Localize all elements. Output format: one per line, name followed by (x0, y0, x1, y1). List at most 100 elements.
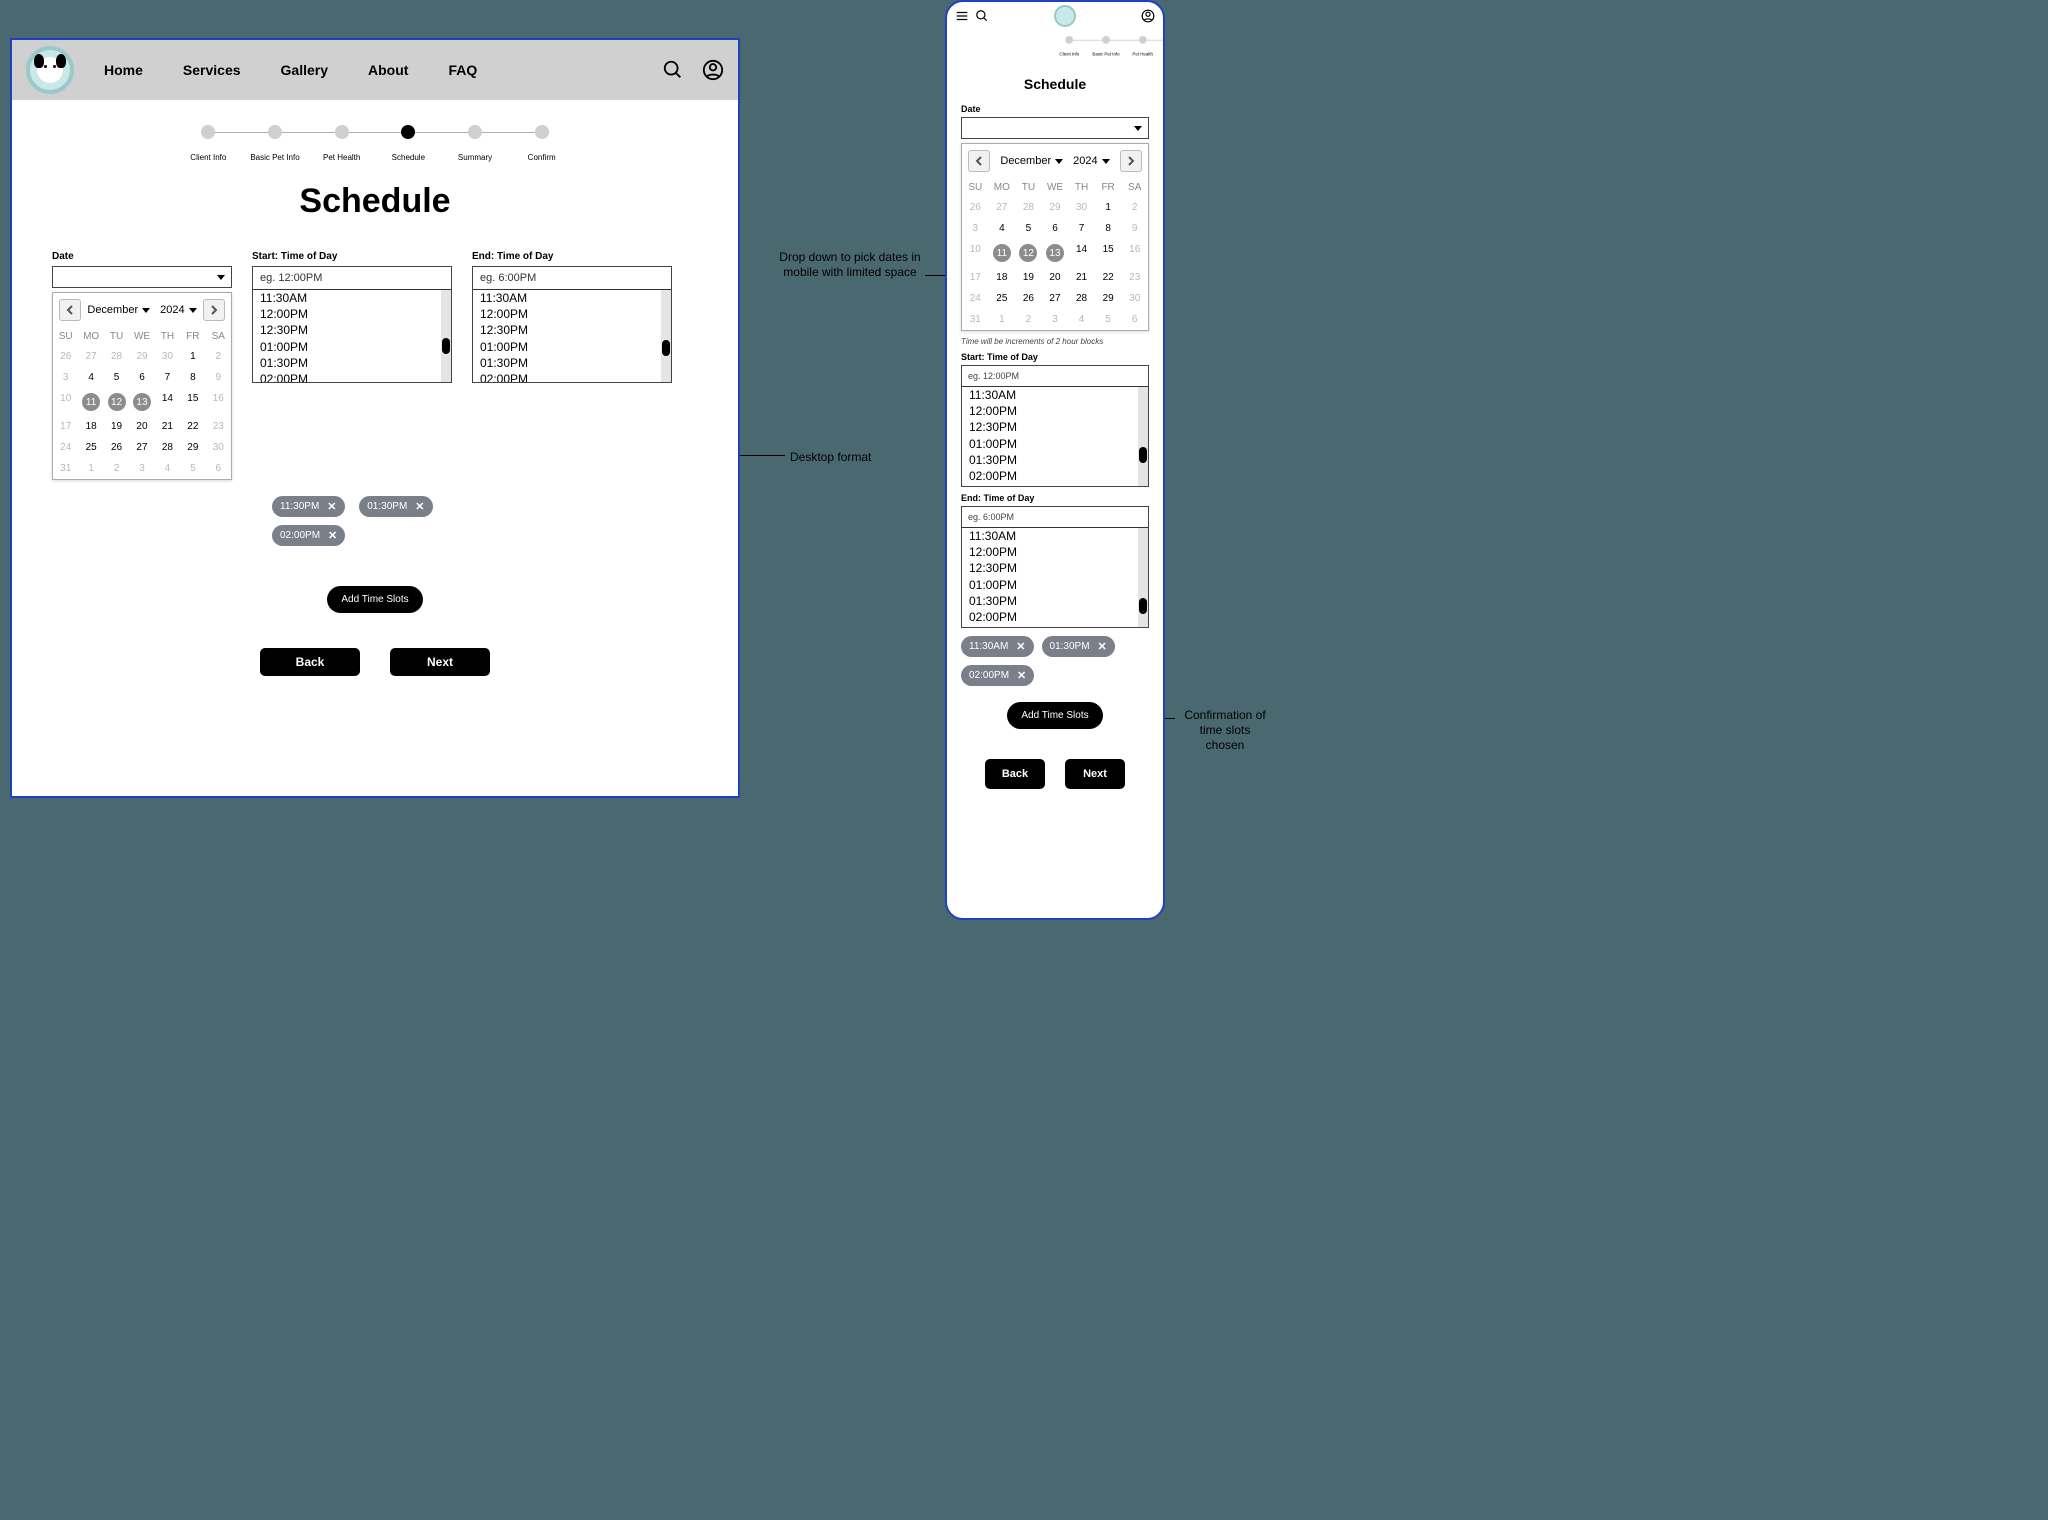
time-option[interactable]: 12:00PM (260, 306, 444, 322)
calendar-day[interactable]: 13 (1042, 239, 1069, 267)
scroll-thumb[interactable] (442, 338, 450, 354)
calendar-day[interactable]: 11 (78, 388, 103, 416)
calendar-day[interactable]: 6 (1042, 218, 1069, 239)
add-time-slots-button[interactable]: Add Time Slots (327, 586, 422, 613)
time-option[interactable]: 02:00PM (969, 609, 1141, 625)
chip-remove-icon[interactable]: ✕ (415, 500, 424, 513)
back-button[interactable]: Back (985, 759, 1045, 789)
time-option[interactable]: 02:00PM (969, 468, 1141, 484)
calendar-day[interactable]: 28 (1068, 288, 1095, 309)
calendar-day[interactable]: 3 (129, 458, 154, 479)
time-option[interactable]: 01:00PM (260, 339, 444, 355)
time-option[interactable]: 11:30AM (260, 290, 444, 306)
calendar-day[interactable]: 18 (989, 267, 1016, 288)
time-option[interactable]: 12:30PM (969, 419, 1141, 435)
time-option[interactable]: 01:30PM (480, 355, 664, 371)
end-time-select[interactable]: eg. 6:00PM 11:30AM12:00PM12:30PM01:00PM0… (961, 506, 1149, 628)
nav-gallery[interactable]: Gallery (281, 62, 328, 78)
time-option[interactable]: 11:30AM (480, 290, 664, 306)
scrollbar[interactable] (1138, 528, 1148, 627)
calendar-day[interactable]: 15 (1095, 239, 1122, 267)
calendar-day[interactable]: 17 (962, 267, 989, 288)
calendar-day[interactable]: 2 (1121, 197, 1148, 218)
search-icon[interactable] (975, 9, 989, 23)
calendar-day[interactable]: 15 (180, 388, 205, 416)
menu-icon[interactable] (955, 9, 969, 23)
calendar-day[interactable]: 1 (989, 309, 1016, 330)
calendar-day[interactable]: 25 (78, 437, 103, 458)
calendar-next-button[interactable] (1120, 150, 1142, 172)
calendar-day[interactable]: 17 (53, 416, 78, 437)
account-icon[interactable] (1141, 9, 1155, 23)
calendar-day[interactable]: 26 (104, 437, 129, 458)
calendar-day[interactable]: 4 (155, 458, 180, 479)
time-option[interactable]: 11:30AM (969, 528, 1141, 544)
calendar-day[interactable]: 8 (1095, 218, 1122, 239)
time-option[interactable]: 12:30PM (480, 322, 664, 338)
time-option[interactable]: 01:00PM (969, 577, 1141, 593)
calendar-year-select[interactable]: 2024 (160, 304, 196, 316)
chip-remove-icon[interactable]: ✕ (1098, 640, 1107, 653)
step-client-info[interactable]: Client Info (1051, 36, 1088, 56)
calendar-day[interactable]: 21 (1068, 267, 1095, 288)
step-confirm[interactable]: Confirm (508, 125, 575, 162)
time-option[interactable]: 01:00PM (480, 339, 664, 355)
calendar-day[interactable]: 31 (53, 458, 78, 479)
calendar-day[interactable]: 6 (1121, 309, 1148, 330)
calendar-day[interactable]: 14 (155, 388, 180, 416)
calendar-day[interactable]: 10 (962, 239, 989, 267)
calendar-day[interactable]: 21 (155, 416, 180, 437)
calendar-day[interactable]: 16 (1121, 239, 1148, 267)
add-time-slots-button[interactable]: Add Time Slots (1007, 702, 1102, 729)
chip-remove-icon[interactable]: ✕ (1017, 669, 1026, 682)
chip-remove-icon[interactable]: ✕ (1016, 640, 1025, 653)
scroll-thumb[interactable] (1139, 447, 1147, 463)
scroll-thumb[interactable] (1139, 598, 1147, 614)
calendar-prev-button[interactable] (59, 299, 81, 321)
calendar-day[interactable]: 29 (129, 346, 154, 367)
start-time-select[interactable]: eg. 12:00PM 11:30AM12:00PM12:30PM01:00PM… (252, 266, 452, 383)
nav-about[interactable]: About (368, 62, 408, 78)
calendar-day[interactable]: 12 (104, 388, 129, 416)
time-option[interactable]: 02:00PM (260, 371, 444, 382)
calendar-day[interactable]: 20 (129, 416, 154, 437)
calendar-day[interactable]: 13 (129, 388, 154, 416)
calendar-day[interactable]: 9 (206, 367, 231, 388)
calendar-day[interactable]: 27 (1042, 288, 1069, 309)
calendar-day[interactable]: 29 (180, 437, 205, 458)
next-button[interactable]: Next (390, 648, 490, 676)
calendar-day[interactable]: 6 (129, 367, 154, 388)
calendar-day[interactable]: 12 (1015, 239, 1042, 267)
date-dropdown[interactable] (961, 117, 1149, 139)
calendar-day[interactable]: 22 (1095, 267, 1122, 288)
calendar-day[interactable]: 20 (1042, 267, 1069, 288)
calendar-day[interactable]: 30 (206, 437, 231, 458)
calendar-day[interactable]: 18 (78, 416, 103, 437)
calendar-day[interactable]: 2 (104, 458, 129, 479)
calendar-day[interactable]: 14 (1068, 239, 1095, 267)
calendar-day[interactable]: 7 (1068, 218, 1095, 239)
calendar-day[interactable]: 19 (104, 416, 129, 437)
calendar-day[interactable]: 23 (206, 416, 231, 437)
time-option[interactable]: 12:00PM (480, 306, 664, 322)
calendar-month-select[interactable]: December (1000, 155, 1063, 167)
calendar-day[interactable]: 5 (104, 367, 129, 388)
calendar-day[interactable]: 1 (78, 458, 103, 479)
calendar-day[interactable]: 19 (1015, 267, 1042, 288)
back-button[interactable]: Back (260, 648, 360, 676)
calendar-day[interactable]: 6 (206, 458, 231, 479)
brand-logo[interactable] (1054, 5, 1076, 27)
calendar-day[interactable]: 5 (1095, 309, 1122, 330)
calendar-day[interactable]: 27 (989, 197, 1016, 218)
time-option[interactable]: 01:30PM (260, 355, 444, 371)
calendar-day[interactable]: 29 (1095, 288, 1122, 309)
calendar-next-button[interactable] (203, 299, 225, 321)
brand-logo[interactable] (26, 46, 74, 94)
calendar-day[interactable]: 30 (1121, 288, 1148, 309)
calendar-day[interactable]: 24 (962, 288, 989, 309)
end-time-select[interactable]: eg. 6:00PM 11:30AM12:00PM12:30PM01:00PM0… (472, 266, 672, 383)
time-option[interactable]: 01:00PM (969, 436, 1141, 452)
scrollbar[interactable] (1138, 387, 1148, 486)
chip-remove-icon[interactable]: ✕ (328, 529, 337, 542)
nav-home[interactable]: Home (104, 62, 143, 78)
